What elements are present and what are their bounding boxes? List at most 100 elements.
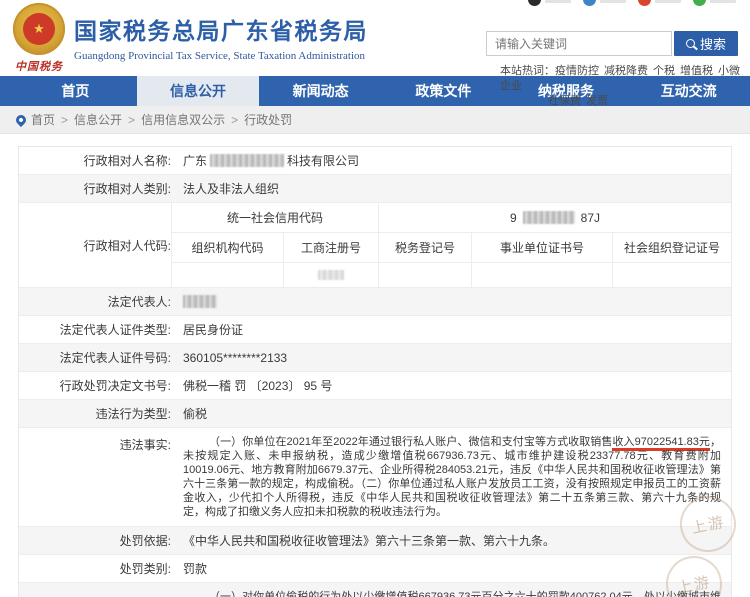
logo-text: 中国税务 xyxy=(15,61,63,73)
party-name-value: 广东 科技有限公司 xyxy=(171,147,731,174)
code-col-business: 工商注册号 xyxy=(283,233,378,263)
row-violation-type: 违法行为类型: 偷税 xyxy=(19,400,731,428)
row-violation-facts: 违法事实: （一）你单位在2021年至2022年通过银行私人账户、微信和支付宝等… xyxy=(19,428,731,527)
nav-item-news[interactable]: 新闻动态 xyxy=(259,76,382,106)
redacted-business-reg-no xyxy=(318,270,344,280)
row-doc-number: 行政处罚决定文书号: 佛税一稽 罚 〔2023〕 95 号 xyxy=(19,372,731,400)
hot-word-link[interactable]: 疫情防控 xyxy=(555,65,599,77)
penalty-type-label: 处罚类别: xyxy=(119,562,171,576)
breadcrumb-separator: > xyxy=(231,112,239,127)
row-legal-rep: 法定代表人: xyxy=(19,288,731,316)
site-titles: 国家税务总局广东省税务局 Guangdong Provincial Tax Se… xyxy=(74,12,368,62)
share-label-stub xyxy=(655,0,681,3)
hot-word-link[interactable]: 增值税 xyxy=(680,65,713,77)
party-codes-value: 统一社会信用代码 9 87J 组织机构代码 工商注册号 税务登记号 事业单位证书… xyxy=(171,203,731,287)
doc-number-label: 行政处罚决定文书号: xyxy=(59,379,171,393)
search-button-label: 搜索 xyxy=(699,37,726,52)
share-item-4[interactable] xyxy=(693,0,736,6)
breadcrumb-admin-penalty[interactable]: 行政处罚 xyxy=(244,111,292,128)
china-tax-emblem-icon: ★ xyxy=(13,3,65,55)
share-item-3[interactable] xyxy=(638,0,681,6)
share-item-1[interactable] xyxy=(528,0,571,6)
violation-type-value: 偷税 xyxy=(183,407,208,421)
violation-facts-text: （一）你单位在2021年至2022年通过银行私人账户、微信和支付宝等方式收取销售… xyxy=(183,433,721,521)
violation-facts-value: （一）你单位在2021年至2022年通过银行私人账户、微信和支付宝等方式收取销售… xyxy=(171,428,731,526)
site-title: 国家税务总局广东省税务局 xyxy=(74,18,368,44)
code-value-social-org xyxy=(612,263,731,287)
credit-code-prefix: 9 xyxy=(509,210,517,225)
penalty-detail-table: 行政相对人名称: 广东 科技有限公司 行政相对人类别: 法人及非法人组织 行政相… xyxy=(18,146,732,597)
hot-words-label: 本站热词： xyxy=(500,65,555,77)
breadcrumb-separator: > xyxy=(128,112,136,127)
violation-facts-label: 违法事实: xyxy=(119,438,171,452)
share-icon-blue[interactable] xyxy=(583,0,596,6)
breadcrumb-info-disclosure[interactable]: 信息公开 xyxy=(74,111,122,128)
code-col-social-org: 社会组织登记证号 xyxy=(612,233,731,263)
search-icon xyxy=(685,39,695,48)
row-id-number: 法定代表人证件号码: 360105********2133 xyxy=(19,344,731,372)
row-party-name: 行政相对人名称: 广东 科技有限公司 xyxy=(19,147,731,175)
party-name-label: 行政相对人名称: xyxy=(83,154,171,168)
row-penalty-content: 处罚内容: （一）对你单位偷税的行为处以少缴增值税667936.73元百分之六十… xyxy=(19,583,731,597)
id-number-label: 法定代表人证件号码: xyxy=(59,351,171,365)
party-name-prefix: 广东 xyxy=(183,154,208,168)
hot-words: 本站热词：疫情防控 减税降费 个税 增值税 小微企业 社保费 发票 xyxy=(500,64,740,109)
legal-rep-value xyxy=(171,288,731,315)
highlighted-revenue-amount: 收入97022541.83元 xyxy=(612,436,710,451)
hot-word-link[interactable]: 减税降费 xyxy=(604,65,648,77)
party-category-label: 行政相对人类别: xyxy=(83,182,171,196)
share-label-stub xyxy=(545,0,571,3)
share-item-2[interactable] xyxy=(583,0,626,6)
hot-word-link[interactable]: 社保费 xyxy=(548,95,581,107)
nav-item-home[interactable]: 首页 xyxy=(14,76,137,106)
row-party-codes: 行政相对人代码: 统一社会信用代码 9 87J 组织机构代码 工商注册号 税务登… xyxy=(19,203,731,288)
penalty-basis-value: 《中华人民共和国税收征收管理法》第六十三条第一款、第六十九条。 xyxy=(183,534,556,548)
location-pin-icon xyxy=(13,112,29,127)
redacted-legal-rep-name xyxy=(183,295,217,308)
share-icon-black[interactable] xyxy=(528,0,541,6)
codes-grid: 统一社会信用代码 9 87J 组织机构代码 工商注册号 税务登记号 事业单位证书… xyxy=(171,203,731,287)
hot-word-link[interactable]: 个税 xyxy=(653,65,675,77)
penalty-type-value: 罚款 xyxy=(183,562,208,576)
breadcrumb-separator: > xyxy=(61,112,69,127)
code-value-institution xyxy=(471,263,612,287)
hot-words-line2: 社保费 发票 xyxy=(548,94,740,109)
penalty-content-value: （一）对你单位偷税的行为处以少缴增值税667936.73元百分之六十的罚款400… xyxy=(171,583,731,597)
share-icon-green[interactable] xyxy=(693,0,706,6)
emblem-star-icon: ★ xyxy=(23,13,55,45)
party-name-suffix: 科技有限公司 xyxy=(287,154,360,168)
nav-item-policy-documents[interactable]: 政策文件 xyxy=(382,76,505,106)
penalty-content-text: （一）对你单位偷税的行为处以少缴增值税667936.73元百分之六十的罚款400… xyxy=(209,591,721,597)
row-penalty-basis: 处罚依据: 《中华人民共和国税收征收管理法》第六十三条第一款、第六十九条。 xyxy=(19,527,731,555)
redacted-credit-code xyxy=(522,211,575,224)
share-icons-row xyxy=(528,0,736,6)
search-button[interactable]: 搜索 xyxy=(674,31,738,56)
code-value-tax-reg xyxy=(378,263,471,287)
site-header: ★ 中国税务 国家税务总局广东省税务局 Guangdong Provincial… xyxy=(0,0,750,107)
main-content: 行政相对人名称: 广东 科技有限公司 行政相对人类别: 法人及非法人组织 行政相… xyxy=(0,134,750,597)
search-area: 搜索 xyxy=(486,31,738,56)
share-icon-red[interactable] xyxy=(638,0,651,6)
hot-word-link[interactable]: 发票 xyxy=(586,95,608,107)
breadcrumb: 首页 > 信息公开 > 信用信息双公示 > 行政处罚 xyxy=(0,106,750,134)
credit-code-header: 统一社会信用代码 xyxy=(171,203,378,233)
code-col-institution: 事业单位证书号 xyxy=(471,233,612,263)
row-party-category: 行政相对人类别: 法人及非法人组织 xyxy=(19,175,731,203)
search-input[interactable] xyxy=(486,31,672,56)
code-col-tax-reg: 税务登记号 xyxy=(378,233,471,263)
nav-item-info-disclosure[interactable]: 信息公开 xyxy=(136,76,260,106)
page: ★ 中国税务 国家税务总局广东省税务局 Guangdong Provincial… xyxy=(0,0,750,597)
penalty-content-label: 处罚内容: xyxy=(19,583,171,597)
code-value-business xyxy=(283,263,378,287)
hot-words-line1: 本站热词：疫情防控 减税降费 个税 增值税 小微企业 xyxy=(500,64,740,94)
legal-rep-label: 法定代表人: xyxy=(107,295,171,309)
redacted-company-name xyxy=(210,154,285,167)
facts-text-before: （一）你单位在2021年至2022年通过银行私人账户、微信和支付宝等方式收取销售 xyxy=(209,436,613,448)
breadcrumb-home[interactable]: 首页 xyxy=(31,111,55,128)
row-id-type: 法定代表人证件类型: 居民身份证 xyxy=(19,316,731,344)
row-penalty-type: 处罚类别: 罚款 xyxy=(19,555,731,583)
id-type-value: 居民身份证 xyxy=(183,323,244,337)
site-subtitle: Guangdong Provincial Tax Service, State … xyxy=(74,50,366,62)
penalty-basis-label: 处罚依据: xyxy=(119,534,171,548)
breadcrumb-credit-info[interactable]: 信用信息双公示 xyxy=(141,111,225,128)
